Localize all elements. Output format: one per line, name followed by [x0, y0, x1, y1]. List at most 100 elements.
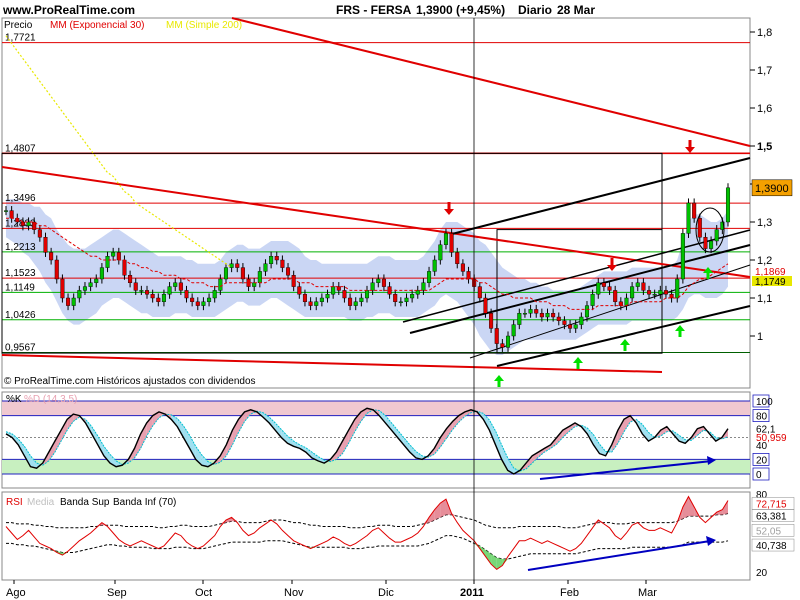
- candle-body: [302, 294, 307, 303]
- candle-body: [584, 305, 590, 318]
- candle-body: [556, 316, 561, 321]
- candle-body: [82, 286, 87, 291]
- sell-arrow-icon: [688, 140, 692, 148]
- legend-rsi-upper: Banda Sup: [60, 497, 110, 508]
- x-axis-label: Nov: [284, 587, 304, 599]
- candle-body: [173, 282, 178, 287]
- rsi-axis-label: 40,738: [756, 541, 787, 552]
- candle-body: [618, 301, 623, 306]
- rsi-axis-label: 72,715: [756, 499, 787, 510]
- level-label: 1,0426: [5, 310, 36, 321]
- candle-body: [573, 324, 578, 329]
- price-chart-window: www.ProRealTime.com FRS - FERSA 1,3900 (…: [0, 0, 800, 599]
- candle-body: [551, 313, 556, 318]
- legend-rsi-lower: Banda Inf (70): [113, 497, 176, 508]
- candle-body: [111, 252, 116, 257]
- candle-body: [607, 286, 612, 291]
- candle-body: [528, 309, 533, 314]
- buy-arrow-icon: [706, 272, 710, 279]
- price-axis-label: 1,8: [757, 27, 772, 39]
- candle-body: [257, 271, 262, 283]
- candle-body: [144, 290, 150, 295]
- candle-body: [562, 320, 567, 325]
- candle-body: [663, 290, 668, 295]
- price-axis-label: 1,6: [757, 103, 772, 115]
- candle-body: [128, 275, 133, 284]
- candle-body: [455, 252, 460, 264]
- x-axis-label: 2011: [460, 587, 484, 599]
- candle-body: [240, 267, 245, 280]
- candle-body: [449, 233, 454, 253]
- candle-body: [709, 240, 714, 249]
- candle-body: [348, 297, 353, 306]
- x-axis-label: Ago: [6, 587, 26, 599]
- candle-body: [725, 187, 731, 223]
- candle-body: [116, 252, 121, 261]
- legend-rsi-media: Media: [27, 497, 55, 508]
- x-axis-label: Oct: [195, 587, 212, 599]
- candle-body: [686, 202, 691, 234]
- level-label: 1,2213: [5, 242, 36, 253]
- candle-body: [235, 263, 240, 268]
- candle-body: [483, 297, 488, 314]
- candle-body: [579, 316, 584, 325]
- candle-body: [218, 278, 223, 291]
- candle-body: [331, 286, 336, 295]
- candle-body: [54, 259, 59, 280]
- candle-body: [66, 297, 71, 306]
- candle-body: [539, 313, 544, 318]
- legend-ema: MM (Exponencial 30): [50, 20, 144, 31]
- price-axis-label: 1,5: [757, 141, 772, 153]
- candle-body: [489, 313, 494, 329]
- candle-body: [680, 233, 685, 280]
- candle-body: [404, 297, 409, 302]
- candle-body: [675, 278, 680, 299]
- candle-body: [60, 278, 65, 299]
- candle-body: [601, 282, 606, 287]
- price-axis-label: 1,2: [757, 255, 772, 267]
- stochastic-panel: 1008062,150,95940200 %K %D (14,3,5): [1, 391, 787, 489]
- candle-body: [692, 202, 697, 219]
- candle-body: [269, 256, 274, 265]
- stoch-axis-label: 100: [756, 397, 773, 408]
- stoch-axis-label: 0: [756, 470, 762, 481]
- candle-body: [669, 294, 674, 299]
- candle-body: [652, 294, 657, 296]
- legend-stoch-k: %K: [6, 394, 22, 405]
- candle-body: [20, 221, 25, 226]
- candle-body: [381, 278, 386, 287]
- candle-body: [613, 290, 618, 302]
- candle-body: [703, 236, 708, 249]
- candle-body: [658, 290, 663, 295]
- candle-body: [178, 282, 183, 291]
- x-axis-label: Sep: [107, 587, 127, 599]
- candle-body: [94, 278, 99, 283]
- candle-body: [641, 282, 646, 291]
- level-label: 1,4807: [5, 143, 36, 154]
- site-name: www.ProRealTime.com: [2, 3, 135, 17]
- candle-body: [421, 282, 426, 291]
- candle-body: [99, 267, 104, 280]
- candle-body: [280, 259, 285, 268]
- candle-body: [201, 301, 206, 306]
- candle-body: [443, 233, 448, 245]
- candle-body: [630, 286, 635, 299]
- candle-body: [156, 297, 161, 302]
- candle-body: [342, 290, 347, 299]
- legend-rsi: RSI: [6, 497, 23, 508]
- candle-body: [77, 290, 82, 299]
- date-text: 28 Mar: [557, 3, 595, 17]
- price-axis-label: 1: [757, 331, 763, 343]
- level-label: 1,7721: [5, 33, 36, 44]
- sma-value-label: 1,1749: [755, 277, 786, 288]
- candle-body: [223, 267, 229, 280]
- sell-arrow-icon: [447, 202, 451, 210]
- candle-body: [364, 290, 370, 299]
- level-label: 0,9567: [5, 342, 36, 353]
- candle-body: [212, 290, 217, 299]
- candle-body: [427, 271, 432, 283]
- rsi-axis-label: 63,381: [756, 512, 787, 523]
- candle-body: [410, 294, 415, 299]
- candle-body: [517, 313, 522, 325]
- candle-body: [71, 297, 76, 306]
